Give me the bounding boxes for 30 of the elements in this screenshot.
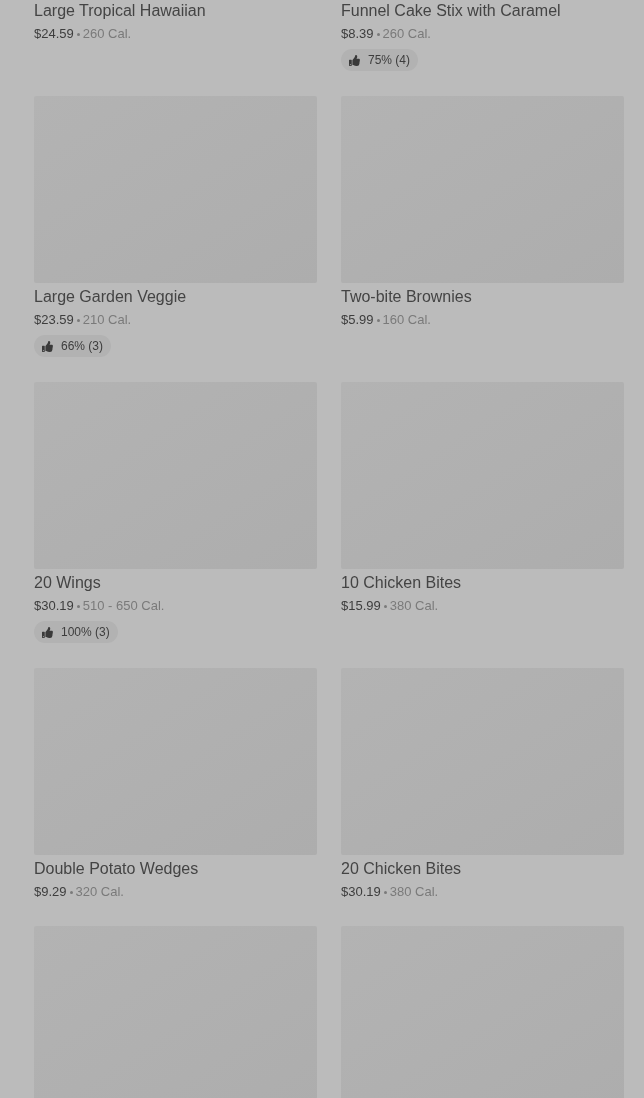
item-price: $30.19 [34,597,74,615]
thumbs-up-icon [42,340,53,352]
item-name[interactable]: Funnel Cake Stix with Caramel [341,1,561,21]
item-name[interactable]: 20 Wings [34,573,101,593]
item-price: $5.99 [341,311,374,329]
item-price: $15.99 [341,597,381,615]
item-price: $24.59 [34,25,74,43]
item-calories: 380 Cal. [389,883,439,901]
item-price: $30.19 [341,883,381,901]
rating-badge: 66% (3) [34,335,112,357]
item-name[interactable]: Two-bite Brownies [341,287,472,307]
item-price: $8.39 [341,25,374,43]
item-name[interactable]: Double Potato Wedges [34,859,199,879]
item-calories: 260 Cal. [82,25,132,43]
item-calories: 160 Cal. [382,311,431,329]
rating-badge: 100% (3) [34,621,118,643]
item-name[interactable]: 20 Chicken Bites [341,859,462,879]
item-name[interactable]: Large Tropical Hawaiian [34,1,206,21]
item-name[interactable]: Large Garden Veggie [34,287,187,307]
item-price: $9.29 [34,883,67,901]
item-calories: 260 Cal. [382,25,431,43]
item-calories: 380 Cal. [389,597,439,615]
item-calories: 510 - 650 Cal. [82,597,165,615]
thumbs-up-icon [349,54,360,66]
item-price: $23.59 [34,311,74,329]
item-name[interactable]: 10 Chicken Bites [341,573,462,593]
item-calories: 320 Cal. [75,883,124,901]
item-calories: 210 Cal. [82,311,132,329]
thumbs-up-icon [42,626,53,638]
rating-badge: 75% (4) [341,49,419,71]
